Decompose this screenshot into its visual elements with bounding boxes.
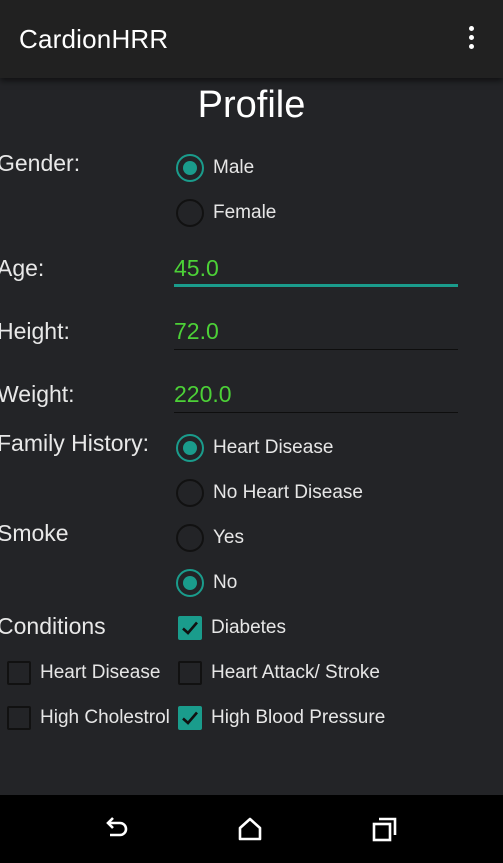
radio-button[interactable] (176, 524, 204, 552)
height-field[interactable]: 72.0 (174, 310, 458, 350)
smoke-label: Smoke (0, 520, 69, 546)
radio-label: Yes (213, 527, 244, 548)
radio-gender-female[interactable]: Female (176, 197, 276, 229)
radio-family-no-heart-disease[interactable]: No Heart Disease (176, 477, 363, 509)
home-icon[interactable] (234, 813, 266, 845)
radio-smoke-no[interactable]: No (176, 567, 237, 599)
check-icon (182, 711, 198, 725)
system-nav-bar (0, 795, 503, 863)
recents-icon[interactable] (369, 813, 401, 845)
checkbox-heart-disease[interactable]: Heart Disease (7, 657, 160, 689)
radio-family-heart-disease[interactable]: Heart Disease (176, 432, 333, 464)
radio-label: Female (213, 202, 277, 223)
gender-label: Gender: (0, 150, 81, 176)
checkbox-diabetes[interactable]: Diabetes (178, 612, 286, 644)
family-history-label: Family History: (0, 430, 150, 456)
radio-smoke-yes[interactable]: Yes (176, 522, 244, 554)
radio-button[interactable] (176, 154, 204, 182)
radio-label: No Heart Disease (213, 482, 363, 503)
more-vert-icon[interactable] (462, 24, 482, 52)
checkbox[interactable] (178, 706, 202, 730)
radio-button[interactable] (176, 434, 204, 462)
age-field[interactable]: 45.0 (174, 247, 458, 287)
checkbox-label: Diabetes (211, 617, 286, 638)
checkbox[interactable] (178, 661, 202, 685)
radio-label: No (213, 572, 238, 593)
checkbox[interactable] (178, 616, 202, 640)
check-icon (182, 621, 198, 635)
weight-value[interactable]: 220.0 (174, 381, 232, 408)
height-label: Height: (0, 318, 70, 344)
checkbox-label: Heart Disease (40, 662, 161, 683)
app-title: CardionHRR (19, 24, 169, 54)
checkbox-high-cholestrol[interactable]: High Cholestrol (7, 702, 170, 734)
radio-button[interactable] (176, 569, 204, 597)
app-bar: CardionHRR (0, 0, 503, 78)
checkbox-label: Heart Attack/ Stroke (211, 662, 380, 683)
radio-label: Heart Disease (213, 437, 334, 458)
page-title: Profile (197, 84, 306, 126)
checkbox-label: High Blood Pressure (211, 707, 386, 728)
radio-gender-male[interactable]: Male (176, 152, 254, 184)
checkbox-label: High Cholestrol (40, 707, 170, 728)
weight-field[interactable]: 220.0 (174, 373, 458, 413)
checkbox-heart-attack-stroke[interactable]: Heart Attack/ Stroke (178, 657, 380, 689)
height-value[interactable]: 72.0 (174, 318, 219, 345)
radio-button[interactable] (176, 199, 204, 227)
conditions-label: Conditions (0, 613, 106, 639)
radio-button[interactable] (176, 479, 204, 507)
checkbox[interactable] (7, 661, 31, 685)
checkbox-high-blood-pressure[interactable]: High Blood Pressure (178, 702, 385, 734)
age-value[interactable]: 45.0 (174, 255, 219, 282)
weight-label: Weight: (0, 381, 75, 407)
checkbox[interactable] (7, 706, 31, 730)
back-icon[interactable] (100, 813, 132, 845)
radio-label: Male (213, 157, 255, 178)
age-label: Age: (0, 255, 45, 281)
